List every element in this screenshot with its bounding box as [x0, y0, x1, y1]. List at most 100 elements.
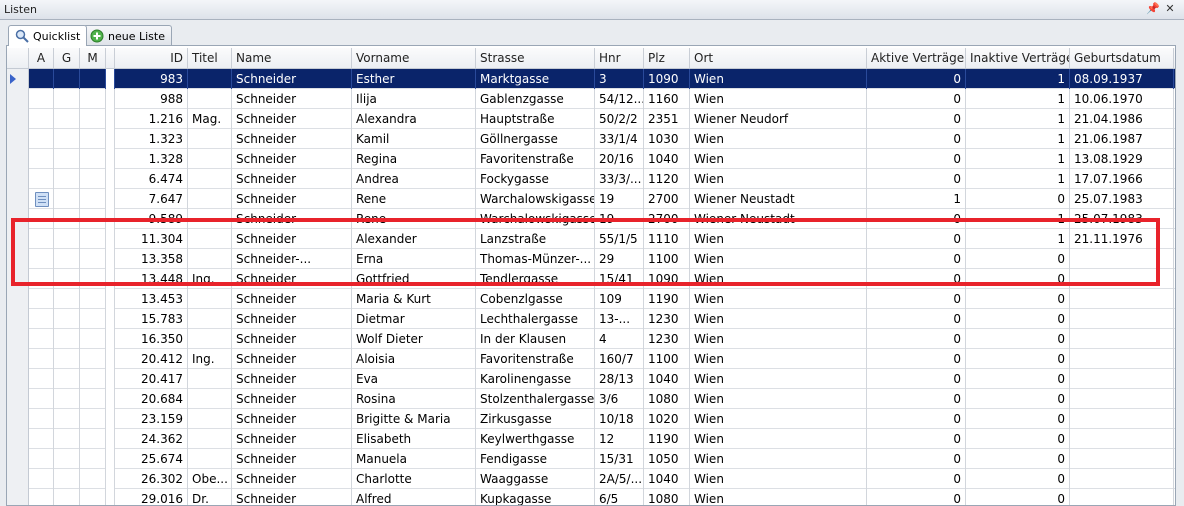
cell-ort[interactable]: Wien	[690, 469, 867, 489]
cell-titel[interactable]	[188, 169, 232, 189]
column-header-hnr[interactable]: Hnr	[595, 48, 644, 68]
table-row[interactable]: 7.647 Schneider Rene Warchalowskigasse 19 270…	[7, 189, 1175, 209]
cell-strasse[interactable]: Fendigasse	[476, 449, 595, 469]
table-row[interactable]: 988 Schneider Ilija Gablenzgasse 54/12... 116…	[7, 89, 1175, 109]
cell-titel[interactable]	[188, 89, 232, 109]
cell-plz[interactable]: 1190	[644, 289, 690, 309]
cell-plz[interactable]: 1120	[644, 169, 690, 189]
cell-id[interactable]: 13.453	[112, 289, 188, 309]
cell-geb[interactable]	[1070, 309, 1174, 329]
cell-g[interactable]	[54, 449, 80, 469]
cell-inaktiv[interactable]: 1	[966, 109, 1070, 129]
cell-id[interactable]: 25.674	[112, 449, 188, 469]
cell-strasse[interactable]: Lechthalergasse	[476, 309, 595, 329]
cell-geb[interactable]	[1070, 249, 1174, 269]
row-indicator[interactable]	[7, 409, 29, 429]
column-header-titel[interactable]: Titel	[188, 48, 232, 68]
cell-m[interactable]	[80, 449, 106, 469]
table-row[interactable]: 24.362 Schneider Elisabeth Keylwerthgasse 12…	[7, 429, 1175, 449]
cell-name[interactable]: Schneider	[232, 289, 352, 309]
cell-g[interactable]	[54, 389, 80, 409]
cell-titel[interactable]: Mag.	[188, 109, 232, 129]
table-row[interactable]: 20.684 Schneider Rosina Stolzenthalergasse 3…	[7, 389, 1175, 409]
cell-strasse[interactable]: Fockygasse	[476, 169, 595, 189]
cell-hnr[interactable]: 19	[595, 189, 644, 209]
cell-g[interactable]	[54, 409, 80, 429]
cell-ort[interactable]: Wien	[690, 389, 867, 409]
cell-plz[interactable]: 1110	[644, 229, 690, 249]
cell-titel[interactable]	[188, 329, 232, 349]
cell-id[interactable]: 983	[112, 69, 188, 89]
cell-aktiv[interactable]: 0	[867, 409, 966, 429]
cell-vorname[interactable]: Kamil	[352, 129, 476, 149]
cell-strasse[interactable]: Favoritenstraße	[476, 149, 595, 169]
cell-strasse[interactable]: Karolinengasse	[476, 369, 595, 389]
cell-hnr[interactable]: 15/41	[595, 269, 644, 289]
cell-hnr[interactable]: 4	[595, 329, 644, 349]
cell-aktiv[interactable]: 0	[867, 229, 966, 249]
cell-inaktiv[interactable]: 1	[966, 129, 1070, 149]
cell-m[interactable]	[80, 249, 106, 269]
cell-id[interactable]: 988	[112, 89, 188, 109]
cell-inaktiv[interactable]: 0	[966, 369, 1070, 389]
cell-vorname[interactable]: Dietmar	[352, 309, 476, 329]
cell-aktiv[interactable]: 0	[867, 149, 966, 169]
cell-ort[interactable]: Wien	[690, 349, 867, 369]
cell-aktiv[interactable]: 0	[867, 249, 966, 269]
cell-strasse[interactable]: Gablenzgasse	[476, 89, 595, 109]
cell-m[interactable]	[80, 469, 106, 489]
cell-inaktiv[interactable]: 0	[966, 409, 1070, 429]
note-icon[interactable]	[35, 192, 49, 207]
table-row[interactable]: 23.159 Schneider Brigitte & Maria Zirkusgas…	[7, 409, 1175, 429]
cell-a[interactable]	[29, 449, 54, 469]
row-indicator[interactable]	[7, 389, 29, 409]
cell-plz[interactable]: 1090	[644, 69, 690, 89]
cell-aktiv[interactable]: 0	[867, 369, 966, 389]
cell-name[interactable]: Schneider	[232, 149, 352, 169]
cell-titel[interactable]	[188, 449, 232, 469]
cell-hnr[interactable]: 50/2/2	[595, 109, 644, 129]
cell-hnr[interactable]: 10/18	[595, 409, 644, 429]
row-indicator[interactable]	[7, 169, 29, 189]
cell-a[interactable]	[29, 329, 54, 349]
cell-vorname[interactable]: Alfred	[352, 489, 476, 505]
cell-ort[interactable]: Wien	[690, 449, 867, 469]
cell-aktiv[interactable]: 0	[867, 269, 966, 289]
cell-strasse[interactable]: Tendlergasse	[476, 269, 595, 289]
cell-titel[interactable]	[188, 189, 232, 209]
cell-titel[interactable]	[188, 369, 232, 389]
cell-aktiv[interactable]: 0	[867, 389, 966, 409]
cell-a[interactable]	[29, 249, 54, 269]
cell-m[interactable]	[80, 409, 106, 429]
cell-strasse[interactable]: Keylwerthgasse	[476, 429, 595, 449]
cell-strasse[interactable]: Kupkagasse	[476, 489, 595, 505]
row-indicator[interactable]	[7, 449, 29, 469]
cell-hnr[interactable]: 3	[595, 69, 644, 89]
table-row[interactable]: 26.302 Obe... Schneider Charlotte Waaggasse 2…	[7, 469, 1175, 489]
cell-aktiv[interactable]: 0	[867, 429, 966, 449]
cell-strasse[interactable]: Favoritenstraße	[476, 349, 595, 369]
cell-aktiv[interactable]: 0	[867, 109, 966, 129]
cell-titel[interactable]	[188, 429, 232, 449]
cell-hnr[interactable]: 28/13	[595, 369, 644, 389]
table-row[interactable]: 13.448 Ing. Schneider Gottfried Tendlergasse…	[7, 269, 1175, 289]
cell-g[interactable]	[54, 209, 80, 229]
cell-strasse[interactable]: Lanzstraße	[476, 229, 595, 249]
cell-plz[interactable]: 1090	[644, 269, 690, 289]
row-indicator[interactable]	[7, 189, 29, 209]
cell-geb[interactable]: 08.09.1937	[1070, 69, 1174, 89]
cell-geb[interactable]	[1070, 289, 1174, 309]
cell-m[interactable]	[80, 229, 106, 249]
cell-a[interactable]	[29, 469, 54, 489]
cell-inaktiv[interactable]: 1	[966, 89, 1070, 109]
cell-ort[interactable]: Wien	[690, 69, 867, 89]
cell-id[interactable]: 9.589	[112, 209, 188, 229]
cell-geb[interactable]	[1070, 469, 1174, 489]
cell-ort[interactable]: Wiener Neustadt	[690, 209, 867, 229]
tab-quicklist[interactable]: Quicklist	[8, 25, 88, 46]
cell-geb[interactable]	[1070, 369, 1174, 389]
cell-g[interactable]	[54, 429, 80, 449]
cell-hnr[interactable]: 33/1/4	[595, 129, 644, 149]
cell-id[interactable]: 1.323	[112, 129, 188, 149]
cell-a[interactable]	[29, 489, 54, 505]
